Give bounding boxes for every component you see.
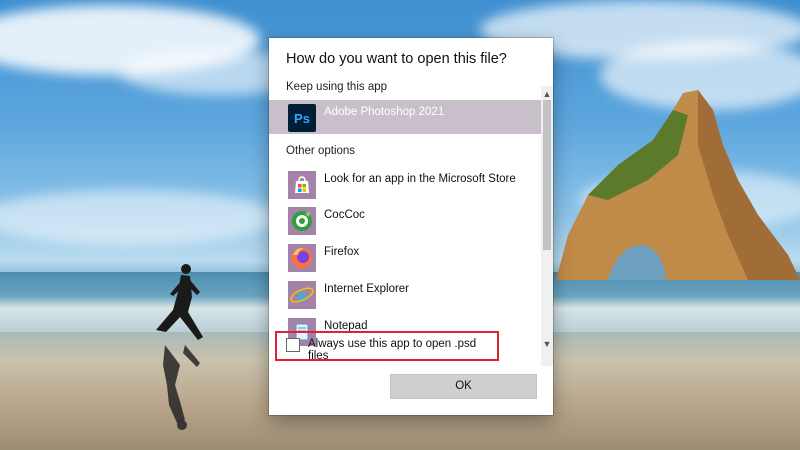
always-use-checkbox-row[interactable]: Always use this app to open .psd files [275, 331, 499, 362]
photoshop-icon: Ps [288, 104, 316, 132]
app-list: Ps Adobe Photoshop 2021 Other options Lo… [269, 100, 541, 366]
app-label: CocCoc [324, 209, 365, 221]
dialog-title: How do you want to open this file? [286, 51, 507, 67]
app-row-coccoc[interactable]: CocCoc [269, 203, 541, 237]
open-with-dialog: How do you want to open this file? Keep … [269, 38, 553, 415]
app-label: Firefox [324, 246, 360, 258]
app-label: Adobe Photoshop 2021 [324, 106, 445, 118]
app-row-photoshop[interactable]: Ps Adobe Photoshop 2021 [269, 100, 541, 134]
app-label: Internet Explorer [324, 283, 410, 295]
scroll-thumb[interactable] [543, 100, 551, 250]
other-options-label: Other options [286, 145, 356, 157]
sea-stack-rock [556, 90, 800, 280]
always-use-label: Always use this app to open .psd files [308, 338, 477, 362]
app-row-store[interactable]: Look for an app in the Microsoft Store [269, 167, 541, 201]
keep-using-label: Keep using this app [286, 81, 388, 93]
app-label: Look for an app in the Microsoft Store [324, 173, 516, 185]
app-row-internet-explorer[interactable]: e Internet Explorer [269, 277, 541, 311]
ie-icon: e [288, 281, 316, 309]
ok-button[interactable]: OK [390, 374, 537, 399]
scroll-up-icon[interactable]: ▲ [541, 88, 553, 100]
app-row-firefox[interactable]: Firefox [269, 240, 541, 274]
coccoc-icon [288, 207, 316, 235]
app-list-scrollbar[interactable]: ▲ ▼ [541, 86, 553, 366]
always-use-checkbox[interactable] [286, 338, 300, 352]
store-icon [288, 171, 316, 199]
scroll-down-icon[interactable]: ▼ [541, 338, 553, 350]
runner-silhouette [156, 264, 203, 340]
photoshop-icon-text: Ps [294, 111, 310, 126]
runner-reflection [163, 345, 200, 430]
firefox-icon [288, 244, 316, 272]
